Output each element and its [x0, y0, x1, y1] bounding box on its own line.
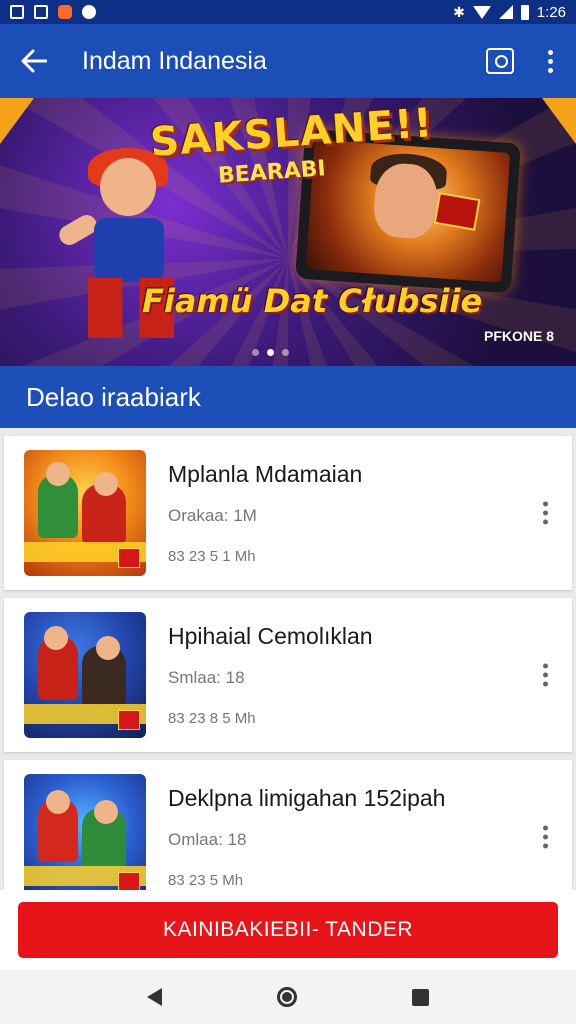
banner-corner-decoration [542, 98, 576, 144]
back-button[interactable] [16, 43, 52, 79]
more-dot-icon [543, 501, 548, 507]
list-item[interactable]: Deklpna limigahan 152ipah Omlaa: 18 83 2… [4, 760, 572, 890]
banner-corner-decoration [0, 98, 34, 144]
app-notification-icon [34, 5, 48, 19]
thumb-face [46, 462, 70, 486]
more-dot-icon [543, 519, 548, 525]
status-bar: ✱ 1:26 [0, 0, 576, 24]
more-dot-icon [543, 672, 548, 678]
item-meta: Orakaa: 1M [168, 506, 257, 525]
thumb-face [44, 626, 68, 650]
item-menu-button[interactable] [543, 663, 548, 687]
item-size: 83 23 5 Mh [168, 872, 244, 889]
banner-pagination [252, 349, 289, 356]
wifi-icon [472, 5, 491, 19]
status-system-icons: ✱ 1:26 [453, 4, 566, 21]
action-area: KAINIBAKIEBII- TANDER [0, 890, 576, 970]
thumb-face [46, 790, 70, 814]
item-size: 83 23 8 5 Mh [168, 710, 256, 727]
nav-home-icon[interactable] [276, 987, 297, 1007]
more-dot-icon [543, 681, 548, 687]
thumb-badge [118, 710, 140, 730]
app-title: Indam Indanesia [82, 46, 267, 75]
banner-tagline: Fiamü Dat Cłubsiie [142, 282, 483, 320]
thumb-face [94, 472, 118, 496]
camera-button[interactable] [486, 48, 514, 74]
thumb-badge [118, 872, 140, 890]
signal-icon [498, 5, 513, 19]
pagination-dot[interactable] [282, 349, 289, 356]
thumb-face [94, 800, 118, 824]
item-meta: Smlaa: 18 [168, 668, 245, 687]
phone-character-face [372, 161, 440, 240]
status-notification-icons [10, 5, 96, 19]
item-menu-button[interactable] [543, 825, 548, 849]
list-item[interactable]: Hpihaial Cemolıklan Smlaa: 18 83 23 8 5 … [4, 598, 572, 752]
pagination-dot[interactable] [252, 349, 259, 356]
back-arrow-icon [21, 49, 47, 73]
circle-app-icon [82, 5, 96, 19]
item-thumbnail [24, 450, 146, 576]
item-title: Hpihaial Cemolıklan [168, 623, 373, 649]
pagination-dot-active[interactable] [267, 349, 274, 356]
item-thumbnail [24, 612, 146, 738]
hero-head [100, 158, 156, 216]
battery-icon [520, 4, 529, 20]
more-dot-icon [543, 510, 548, 516]
more-dot-icon [547, 58, 553, 64]
phone-badge [433, 192, 481, 231]
item-title: Mplanla Mdamaian [168, 461, 363, 487]
overflow-menu-button[interactable] [540, 49, 560, 73]
more-dot-icon [543, 825, 548, 831]
thumb-badge [118, 548, 140, 568]
section-title: Delao iraabiark [0, 366, 576, 428]
banner-code: PFKONE 8 [483, 328, 554, 344]
more-dot-icon [547, 67, 553, 73]
status-time: 1:26 [536, 3, 566, 21]
nav-back-icon[interactable] [147, 988, 163, 1006]
more-dot-icon [543, 843, 548, 849]
item-size: 83 23 5 1 Mh [168, 548, 256, 565]
item-thumbnail [24, 774, 146, 890]
more-dot-icon [543, 663, 548, 669]
phone-screen [305, 139, 511, 283]
item-menu-button[interactable] [543, 501, 548, 525]
nav-recents-icon[interactable] [411, 988, 429, 1006]
item-meta: Omlaa: 18 [168, 830, 247, 849]
thumb-face [96, 636, 120, 660]
item-title: Deklpna limigahan 152ipah [168, 785, 446, 811]
more-dot-icon [543, 834, 548, 840]
hero-body [94, 218, 164, 282]
app-list: Mplanla Mdamaian Orakaa: 1M 83 23 5 1 Mh… [0, 428, 576, 890]
bluetooth-icon: ✱ [453, 3, 465, 20]
list-item[interactable]: Mplanla Mdamaian Orakaa: 1M 83 23 5 1 Mh [4, 436, 572, 590]
more-dot-icon [547, 49, 553, 55]
orange-app-icon [58, 5, 72, 19]
promo-banner[interactable]: SAKSLANE!! BEARABI Fiamü Dat Cłubsiie PF… [0, 98, 576, 366]
app-bar: Indam Indanesia [0, 24, 576, 98]
image-notification-icon [10, 5, 24, 19]
system-nav-bar [0, 970, 576, 1024]
primary-action-button[interactable]: KAINIBAKIEBII- TANDER [18, 902, 558, 958]
